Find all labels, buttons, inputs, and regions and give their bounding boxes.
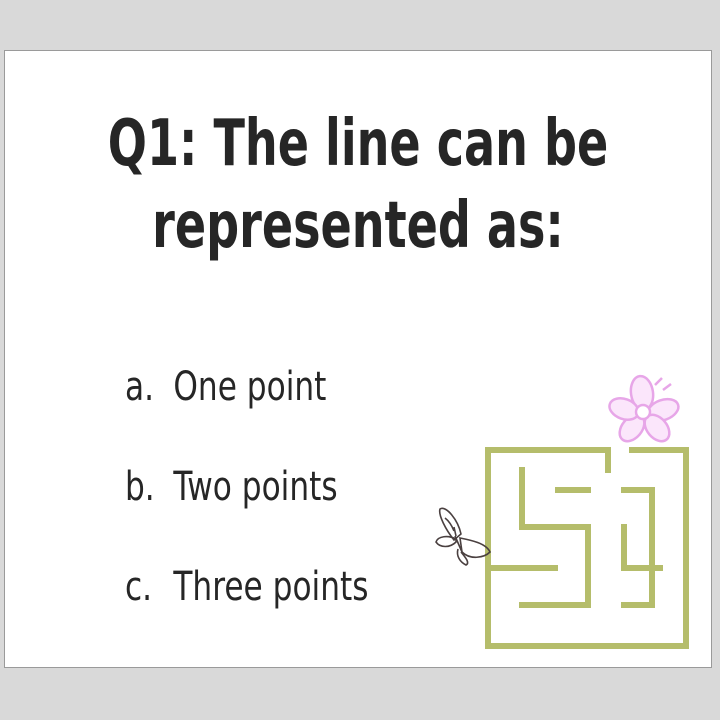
option-letter: b. xyxy=(125,464,155,510)
question-line-1: Q1: The line can be xyxy=(107,107,609,181)
option-letter: a. xyxy=(125,364,155,410)
option-a[interactable]: a. One point xyxy=(125,359,368,459)
option-text: Three points xyxy=(173,564,369,610)
answer-options: a. One point b. Two points c. Three points xyxy=(125,359,437,659)
option-c[interactable]: c. Three points xyxy=(125,559,368,659)
option-text: One point xyxy=(173,364,327,410)
slide: Q1: The line can be represented as: a. On… xyxy=(4,50,712,668)
option-text: Two points xyxy=(173,464,338,510)
option-letter: c. xyxy=(125,564,153,610)
question-title: Q1: The line can be represented as: xyxy=(104,103,612,267)
option-b[interactable]: b. Two points xyxy=(125,459,368,559)
question-line-2: represented as: xyxy=(152,189,564,263)
